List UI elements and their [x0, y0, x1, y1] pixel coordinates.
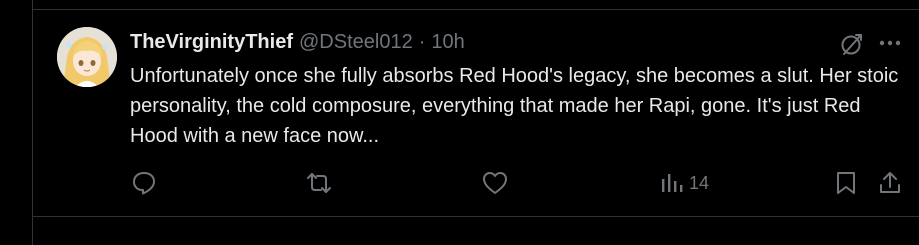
avatar[interactable]: [57, 27, 117, 87]
avatar-image: [57, 27, 117, 87]
views-count: 14: [689, 172, 710, 193]
user-handle[interactable]: @DSteel012: [299, 31, 413, 54]
bookmark-icon: [837, 172, 855, 194]
column-border: [32, 0, 33, 245]
reply-button[interactable]: [131, 168, 157, 198]
bookmark-button[interactable]: [834, 168, 858, 198]
tweet-header: TheVirginityThief @DSteel012 · 10h: [130, 28, 465, 56]
display-name[interactable]: TheVirginityThief: [130, 31, 293, 54]
header-separator: ·: [418, 30, 426, 53]
grok-icon[interactable]: [838, 30, 866, 58]
top-divider: [33, 9, 919, 10]
tweet-text: Unfortunately once she fully absorbs Red…: [130, 65, 899, 147]
like-icon: [483, 172, 507, 194]
timestamp[interactable]: 10h: [431, 31, 464, 54]
tweet-page: TheVirginityThief @DSteel012 · 10h Unfor…: [0, 0, 919, 245]
share-icon: [880, 172, 900, 193]
bottom-divider: [33, 216, 919, 217]
like-button[interactable]: [481, 168, 509, 198]
more-icon[interactable]: [876, 31, 904, 55]
share-button[interactable]: [877, 168, 903, 198]
retweet-button[interactable]: [304, 168, 334, 198]
retweet-icon: [307, 173, 331, 193]
views-button[interactable]: 14: [659, 168, 709, 198]
views-icon: [662, 174, 683, 192]
reply-icon: [133, 172, 155, 195]
